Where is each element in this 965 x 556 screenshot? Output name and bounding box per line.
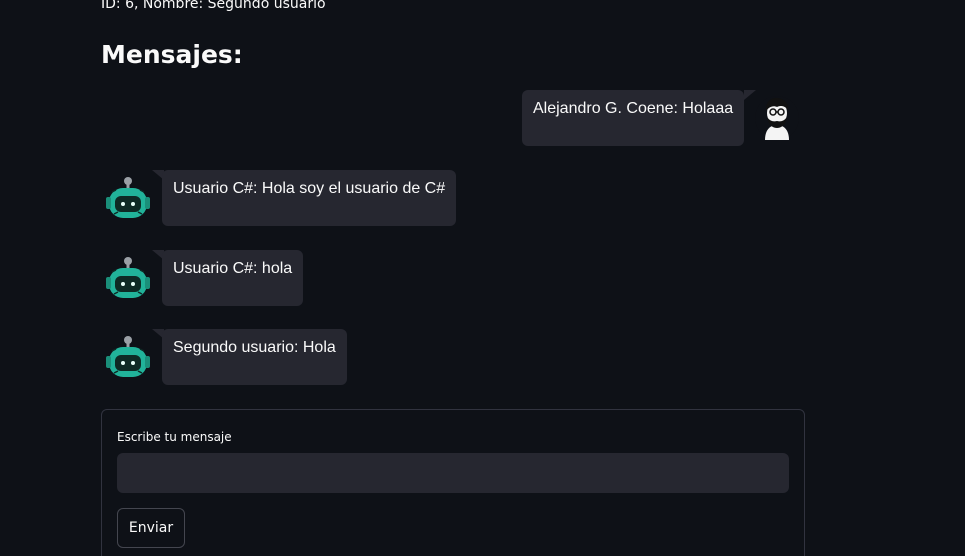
message-bubble: Usuario C#: Hola soy el usuario de C# (162, 170, 456, 226)
chat-page: ID: 6, Nombre: Segundo usuario Mensajes:… (0, 0, 965, 556)
message-form: Escribe tu mensaje Enviar (101, 409, 805, 556)
chat-message-bot: Usuario C#: Hola soy el usuario de C# (106, 170, 456, 226)
message-input-label: Escribe tu mensaje (117, 430, 232, 444)
send-button[interactable]: Enviar (117, 508, 185, 548)
current-user-info: ID: 6, Nombre: Segundo usuario (101, 0, 326, 12)
message-text: Usuario C#: hola (173, 260, 293, 277)
chat-message-bot: Segundo usuario: Hola (106, 329, 347, 385)
message-bubble: Usuario C#: hola (162, 250, 303, 306)
message-text: Usuario C#: Hola soy el usuario de C# (173, 180, 446, 197)
bot-avatar-icon (106, 257, 150, 298)
bot-avatar-icon (106, 336, 150, 377)
chat-message-user: Alejandro G. Coene: Holaaa (522, 90, 805, 146)
message-text: Alejandro G. Coene: Holaaa (533, 100, 734, 117)
bot-avatar-icon (106, 177, 150, 218)
human-avatar-icon (755, 96, 799, 140)
message-input[interactable] (117, 453, 789, 493)
message-text: Segundo usuario: Hola (173, 339, 336, 356)
page-title: Mensajes: (101, 40, 243, 69)
message-bubble: Segundo usuario: Hola (162, 329, 347, 385)
chat-message-bot: Usuario C#: hola (106, 250, 303, 306)
message-bubble: Alejandro G. Coene: Holaaa (522, 90, 744, 146)
